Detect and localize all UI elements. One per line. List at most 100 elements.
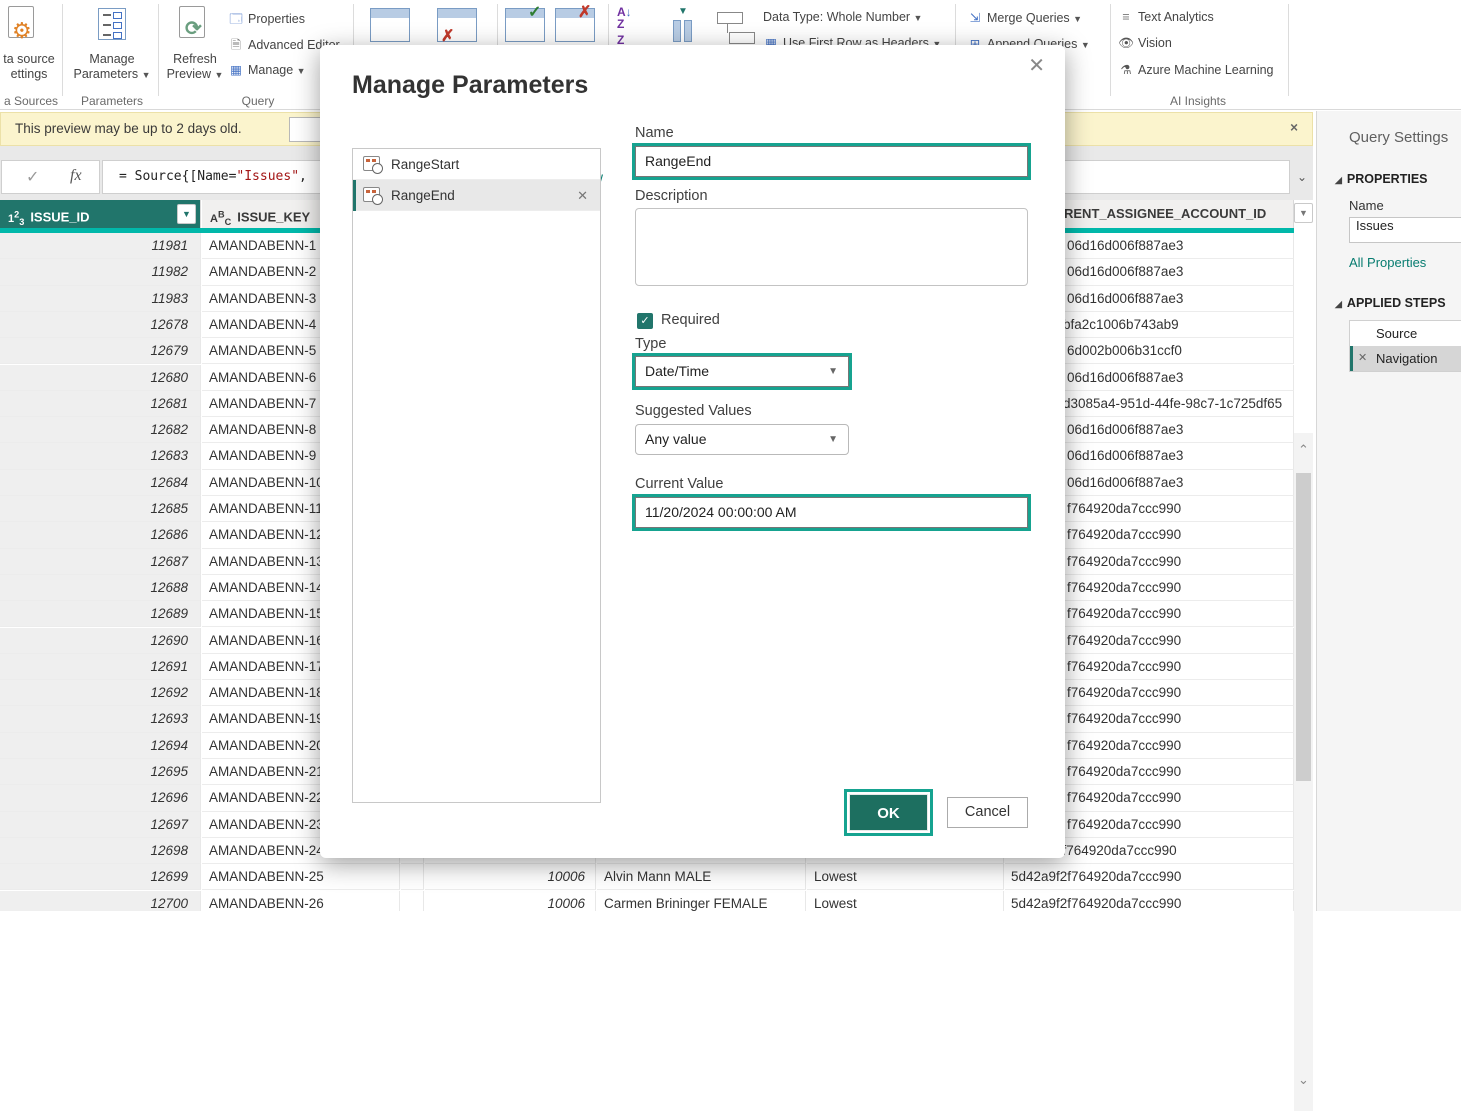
cell-issue-id[interactable]: 12693 <box>0 706 201 732</box>
all-properties-link[interactable]: All Properties <box>1349 255 1461 270</box>
chevron-down-icon: ▼ <box>828 357 838 386</box>
manage-button[interactable]: ▦Manage ▼ <box>228 62 306 77</box>
applied-step-source[interactable]: Source <box>1350 321 1461 346</box>
cell-issue-id[interactable]: 12684 <box>0 470 201 496</box>
step-label: Navigation <box>1376 351 1437 366</box>
cell-issue-id[interactable]: 12694 <box>0 733 201 759</box>
azure-ml-button[interactable]: ⚗Azure Machine Learning <box>1118 62 1274 77</box>
eye-icon: 👁 <box>1118 36 1134 51</box>
manage-parameters-icon <box>98 8 126 40</box>
chevron-down-icon: ▼ <box>297 66 306 76</box>
chevron-down-icon: ▼ <box>142 70 151 80</box>
cell-reporter-name[interactable]: Alvin Mann MALE <box>597 864 806 890</box>
refresh-preview-button[interactable]: ⟳ Refresh Preview ▼ <box>165 4 225 92</box>
cancel-button[interactable]: Cancel <box>947 797 1028 828</box>
cell-issue-id[interactable]: 12679 <box>0 338 201 364</box>
group-label-query: Query <box>228 94 288 108</box>
cell-issue-id[interactable]: 12681 <box>0 391 201 417</box>
cell-issue-id[interactable]: 12683 <box>0 443 201 469</box>
cell-issue-id[interactable]: 11982 <box>0 259 201 285</box>
table-row: 12700AMANDABENN-26 10006Carmen Brininger … <box>0 891 1294 912</box>
current-value-input[interactable]: 11/20/2024 00:00:00 AM <box>635 497 1028 528</box>
query-name-input[interactable]: Issues <box>1349 217 1461 243</box>
split-column-icon[interactable]: ▼ <box>665 8 701 44</box>
panel-title: Query Settings <box>1349 129 1461 146</box>
cell-issue-id[interactable]: 12700 <box>0 891 201 912</box>
description-label: Description <box>635 188 708 204</box>
delete-step-icon[interactable]: ✕ <box>1358 346 1367 371</box>
cell-priority[interactable]: Lowest <box>807 864 1004 890</box>
cell-assignee-account[interactable]: 5d42a9f2f764920da7ccc990 <box>1005 864 1294 890</box>
data-source-settings-button[interactable]: ⚙ ta source ettings <box>0 4 60 92</box>
cell-reporter-name[interactable]: Carmen Brininger FEMALE <box>597 891 806 912</box>
type-dropdown[interactable]: Date/Time▼ <box>635 356 849 387</box>
query-settings-panel: Query Settings ◢PROPERTIES Name Issues A… <box>1316 111 1461 911</box>
cell-empty[interactable] <box>401 864 424 890</box>
cell-issue-id[interactable]: 12697 <box>0 812 201 838</box>
group-label-data-sources: a Sources <box>0 94 66 108</box>
sort-ascending-button[interactable]: A↓Z <box>617 6 632 30</box>
cell-issue-id[interactable]: 12688 <box>0 575 201 601</box>
warning-close-icon[interactable]: × <box>1290 120 1298 135</box>
column-header-issue-id[interactable]: 123ISSUE_ID ▼ <box>0 200 201 228</box>
cell-issue-id[interactable]: 12692 <box>0 680 201 706</box>
dialog-close-icon[interactable]: ✕ <box>1028 53 1045 78</box>
applied-step-navigation[interactable]: ✕ Navigation <box>1350 346 1461 371</box>
suggested-values-dropdown[interactable]: Any value▼ <box>635 424 849 455</box>
description-textarea[interactable] <box>635 208 1028 286</box>
choose-columns-icon[interactable] <box>370 8 410 42</box>
cell-issue-id[interactable]: 12680 <box>0 365 201 391</box>
table-icon: ▦ <box>228 62 244 77</box>
cell-issue-id[interactable]: 12682 <box>0 417 201 443</box>
commit-check-icon[interactable]: ✓ <box>26 167 39 187</box>
cell-issue-key[interactable]: AMANDABENN-25 <box>202 864 400 890</box>
cell-issue-id[interactable]: 12695 <box>0 759 201 785</box>
collapse-triangle-icon: ◢ <box>1335 299 1342 310</box>
cell-issue-id[interactable]: 12699 <box>0 864 201 890</box>
cell-issue-id[interactable]: 12686 <box>0 522 201 548</box>
vision-button[interactable]: 👁Vision <box>1118 36 1172 51</box>
ok-button[interactable]: OK <box>849 794 928 831</box>
parameter-item-rangestart[interactable]: RangeStart <box>353 149 600 180</box>
cell-reporter-id[interactable]: 10006 <box>425 864 596 890</box>
gear-icon: ⚙ <box>12 18 32 44</box>
filter-dropdown-icon[interactable]: ▼ <box>177 204 196 224</box>
cell-reporter-id[interactable]: 10006 <box>425 891 596 912</box>
group-by-icon[interactable] <box>715 10 759 46</box>
cell-issue-id[interactable]: 12690 <box>0 628 201 654</box>
cell-issue-id[interactable]: 11981 <box>0 233 201 259</box>
cell-issue-id[interactable]: 12696 <box>0 785 201 811</box>
cell-issue-id[interactable]: 12687 <box>0 549 201 575</box>
cell-issue-id[interactable]: 12685 <box>0 496 201 522</box>
text-analytics-button[interactable]: ≡Text Analytics <box>1118 10 1214 24</box>
scroll-down-icon[interactable]: ⌄ <box>1294 1069 1313 1091</box>
manage-parameters-button[interactable]: Manage Parameters ▼ <box>70 4 154 92</box>
parameter-item-rangeend[interactable]: RangeEnd✕ <box>353 180 600 211</box>
merge-queries-button[interactable]: ⇲Merge Queries ▼ <box>967 10 1082 25</box>
vertical-scrollbar[interactable]: ⌃ ⌄ <box>1294 433 1313 1111</box>
remove-x-icon: ✗ <box>578 2 591 22</box>
name-input[interactable]: RangeEnd <box>635 146 1028 177</box>
properties-button[interactable]: 🗔Properties <box>228 10 305 31</box>
refresh-icon: ⟳ <box>185 16 202 41</box>
cell-issue-id[interactable]: 12691 <box>0 654 201 680</box>
cell-assignee-account[interactable]: 5d42a9f2f764920da7ccc990 <box>1005 891 1294 912</box>
cell-empty[interactable] <box>401 891 424 912</box>
applied-steps-section-header[interactable]: ◢APPLIED STEPS <box>1349 296 1461 310</box>
scrollbar-thumb[interactable] <box>1296 473 1311 781</box>
delete-parameter-icon[interactable]: ✕ <box>577 180 588 211</box>
cell-priority[interactable]: Lowest <box>807 891 1004 912</box>
cell-issue-id[interactable]: 11983 <box>0 286 201 312</box>
data-type-button[interactable]: Data Type: Whole Number ▼ <box>763 10 922 24</box>
cell-issue-id[interactable]: 12678 <box>0 312 201 338</box>
formula-expand-chevron-icon[interactable]: ⌄ <box>1292 160 1312 194</box>
required-checkbox[interactable]: ✓ <box>637 313 653 329</box>
cell-issue-key[interactable]: AMANDABENN-26 <box>202 891 400 912</box>
chevron-down-icon: ▼ <box>1073 14 1082 24</box>
properties-section-header[interactable]: ◢PROPERTIES <box>1349 172 1461 186</box>
cell-issue-id[interactable]: 12698 <box>0 838 201 864</box>
scroll-up-icon[interactable]: ⌃ <box>1294 439 1313 461</box>
filter-dropdown-icon[interactable]: ▼ <box>1294 203 1313 223</box>
parameter-datetime-icon <box>363 187 380 202</box>
cell-issue-id[interactable]: 12689 <box>0 601 201 627</box>
